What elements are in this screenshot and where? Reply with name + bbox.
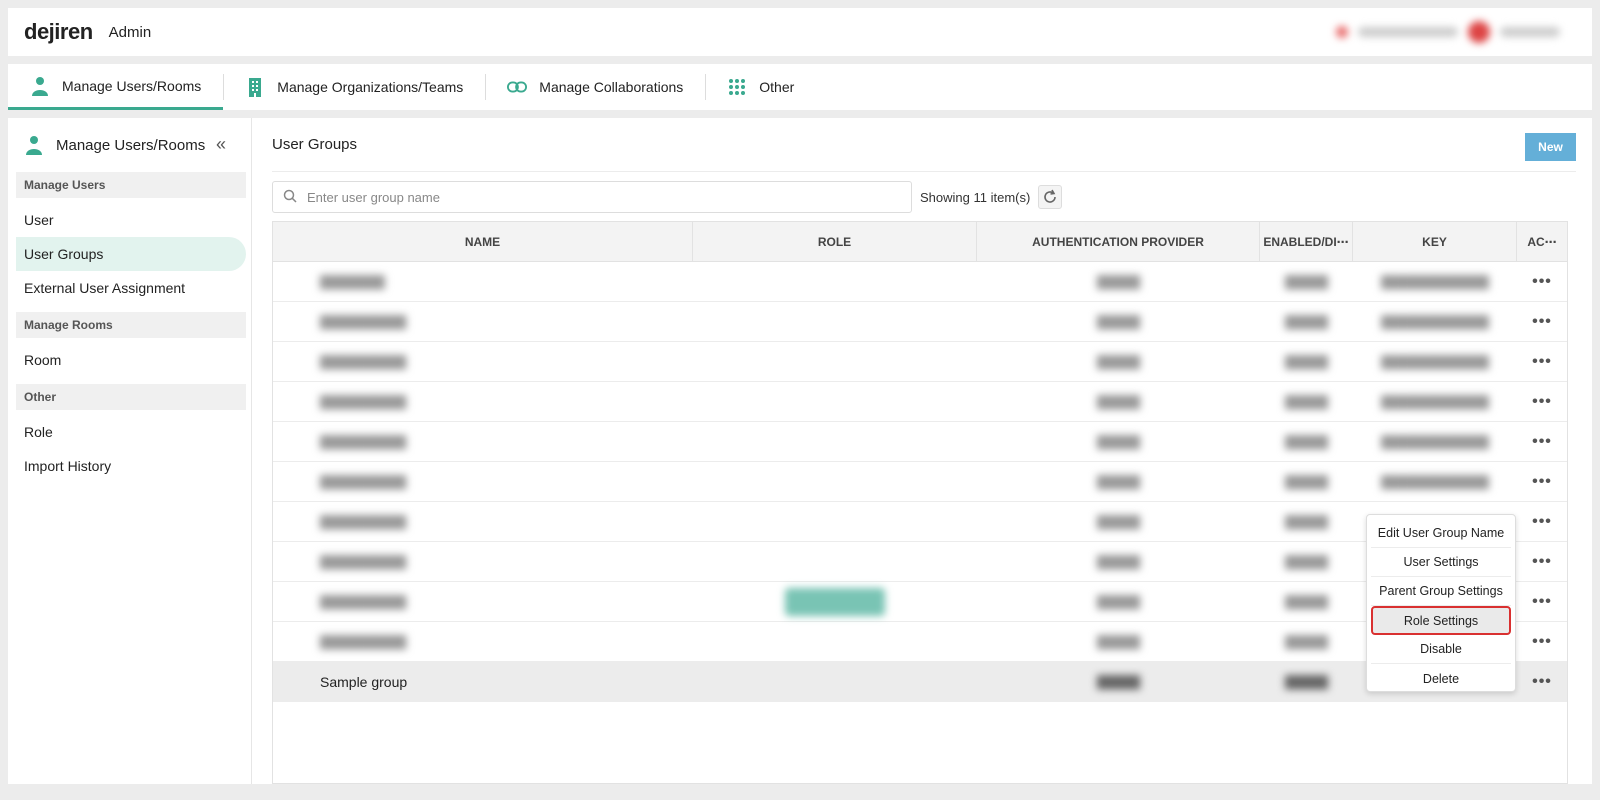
search-icon bbox=[283, 189, 297, 206]
user-groups-table: NAME ROLE AUTHENTICATION PROVIDER ENABLE… bbox=[272, 221, 1568, 784]
more-actions-icon[interactable]: ••• bbox=[1532, 513, 1552, 531]
column-header-key[interactable]: KEY bbox=[1353, 222, 1517, 261]
more-actions-icon[interactable]: ••• bbox=[1532, 673, 1552, 691]
table-header: NAME ROLE AUTHENTICATION PROVIDER ENABLE… bbox=[273, 222, 1567, 262]
column-header-role[interactable]: ROLE bbox=[693, 222, 977, 261]
more-actions-icon[interactable]: ••• bbox=[1532, 353, 1552, 371]
table-row[interactable]: ▇▇▇▇▇▇▇▇ ▇▇▇▇ ▇▇▇▇ ▇▇▇▇▇▇▇▇▇▇ ••• bbox=[273, 342, 1567, 382]
column-header-enabled[interactable]: ENABLED/DI⋯ bbox=[1260, 222, 1353, 261]
building-icon bbox=[245, 77, 265, 97]
sidebar-item-user[interactable]: User bbox=[16, 203, 246, 237]
sidebar-section-other: Other bbox=[16, 384, 246, 410]
notification-icon[interactable] bbox=[1336, 26, 1348, 38]
row-actions-menu: Edit User Group Name User Settings Paren… bbox=[1366, 514, 1516, 692]
sidebar-item-import-history[interactable]: Import History bbox=[16, 449, 246, 483]
table-row[interactable]: ▇▇▇▇▇▇▇▇ ▇▇▇▇ ▇▇▇▇ ▇▇▇▇▇▇▇▇▇▇ ••• bbox=[273, 422, 1567, 462]
more-actions-icon[interactable]: ••• bbox=[1532, 633, 1552, 651]
more-actions-icon[interactable]: ••• bbox=[1532, 313, 1552, 331]
search-input[interactable] bbox=[307, 189, 887, 205]
new-button[interactable]: New bbox=[1525, 133, 1576, 161]
app-label: Admin bbox=[108, 23, 152, 41]
tab-manage-users-rooms[interactable]: Manage Users/Rooms bbox=[8, 64, 224, 110]
sidebar-header: Manage Users/Rooms bbox=[8, 118, 251, 172]
column-header-actions[interactable]: AC⋯ bbox=[1517, 222, 1567, 261]
table-row[interactable]: ▇▇▇▇▇▇▇▇ ▇▇▇▇ ▇▇▇▇ ▇▇▇▇▇▇▇▇▇▇ ••• bbox=[273, 382, 1567, 422]
collapse-sidebar-icon[interactable]: « bbox=[216, 134, 226, 155]
search-row: Showing 11 item(s) bbox=[272, 181, 1063, 213]
column-header-name[interactable]: NAME bbox=[273, 222, 693, 261]
user-icon bbox=[30, 76, 50, 96]
sidebar-item-room[interactable]: Room bbox=[16, 343, 246, 377]
search-box[interactable] bbox=[272, 181, 912, 213]
sidebar-section-manage-users: Manage Users bbox=[16, 172, 246, 198]
table-row[interactable]: ▇▇▇▇▇▇ ▇▇▇▇ ▇▇▇▇ ▇▇▇▇▇▇▇▇▇▇ ••• bbox=[273, 262, 1567, 302]
role-badge bbox=[785, 587, 885, 616]
more-actions-icon[interactable]: ••• bbox=[1532, 593, 1552, 611]
group-name: Sample group bbox=[320, 673, 408, 690]
more-actions-icon[interactable]: ••• bbox=[1532, 473, 1552, 491]
sidebar-section-manage-rooms: Manage Rooms bbox=[16, 312, 246, 338]
link-icon bbox=[507, 77, 528, 97]
more-actions-icon[interactable]: ••• bbox=[1532, 553, 1552, 571]
menu-item-parent-group-settings[interactable]: Parent Group Settings bbox=[1371, 577, 1511, 606]
app-logo[interactable]: dejiren bbox=[24, 19, 93, 45]
refresh-button[interactable] bbox=[1038, 185, 1063, 209]
main-nav-tabs: Manage Users/Rooms Manage Organizations/… bbox=[8, 64, 1592, 110]
menu-item-delete[interactable]: Delete bbox=[1371, 664, 1511, 693]
menu-item-role-settings[interactable]: Role Settings bbox=[1371, 606, 1511, 635]
main-panel: Manage Users/Rooms « Manage Users User U… bbox=[8, 118, 1592, 784]
refresh-icon bbox=[1044, 189, 1057, 203]
menu-item-user-settings[interactable]: User Settings bbox=[1371, 548, 1511, 577]
sidebar-title: Manage Users/Rooms bbox=[56, 136, 206, 154]
more-actions-icon[interactable]: ••• bbox=[1532, 273, 1552, 291]
tab-manage-collaborations[interactable]: Manage Collaborations bbox=[485, 64, 705, 110]
table-row[interactable]: ▇▇▇▇▇▇▇▇ ▇▇▇▇ ▇▇▇▇ ▇▇▇▇▇▇▇▇▇▇ ••• bbox=[273, 302, 1567, 342]
column-header-authentication-provider[interactable]: AUTHENTICATION PROVIDER bbox=[977, 222, 1260, 261]
tab-other[interactable]: Other bbox=[705, 64, 816, 110]
table-row[interactable]: ▇▇▇▇▇▇▇▇ ▇▇▇▇ ▇▇▇▇ ▇▇▇▇▇▇▇▇▇▇ ••• bbox=[273, 462, 1567, 502]
user-icon bbox=[24, 135, 44, 155]
tab-manage-organizations-teams[interactable]: Manage Organizations/Teams bbox=[223, 64, 485, 110]
sidebar-item-role[interactable]: Role bbox=[16, 415, 246, 449]
menu-item-disable[interactable]: Disable bbox=[1371, 635, 1511, 664]
sidebar-item-external-user-assignment[interactable]: External User Assignment bbox=[16, 271, 246, 305]
sidebar: Manage Users/Rooms « Manage Users User U… bbox=[8, 118, 252, 784]
more-actions-icon[interactable]: ••• bbox=[1532, 433, 1552, 451]
user-menu[interactable] bbox=[1336, 20, 1576, 44]
sidebar-item-user-groups[interactable]: User Groups bbox=[16, 237, 246, 271]
more-actions-icon[interactable]: ••• bbox=[1532, 393, 1552, 411]
top-bar: dejiren Admin bbox=[8, 8, 1592, 56]
grid-icon bbox=[727, 77, 747, 97]
avatar[interactable] bbox=[1468, 21, 1490, 43]
menu-item-edit-user-group-name[interactable]: Edit User Group Name bbox=[1371, 519, 1511, 548]
item-count: Showing 11 item(s) bbox=[920, 189, 1031, 205]
page-title: User Groups bbox=[272, 118, 1576, 172]
